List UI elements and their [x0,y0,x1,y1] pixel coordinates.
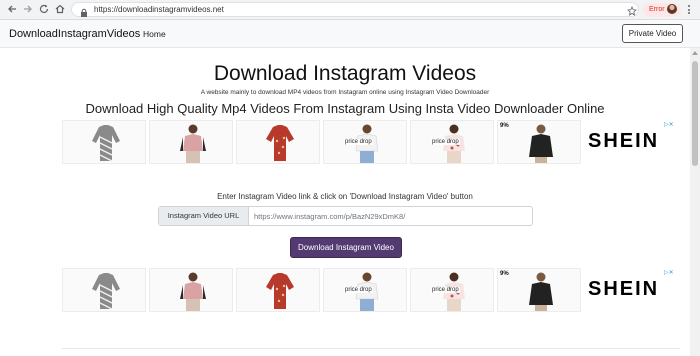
black-blouse-model-image [529,124,553,163]
shein-logo[interactable]: SHEIN [588,278,659,301]
ad-product-tile[interactable] [149,268,233,312]
download-video-button[interactable]: Download Instagram Video [290,237,402,258]
avatar[interactable] [667,4,677,14]
url-text: https://downloadinstagramvideos.net [94,5,224,14]
red-floral-blouse-image [266,125,294,161]
adchoices-icon[interactable]: ▷✕ [664,121,674,128]
ad-product-tile[interactable] [236,268,320,312]
shein-ad-banner[interactable]: price drop price drop 9% SHEIN ▷✕ [62,120,680,166]
instagram-url-input[interactable] [249,207,532,225]
scroll-thumb[interactable] [692,61,698,166]
ad-product-tile[interactable]: 9% [497,120,581,164]
price-drop-tag: price drop [344,139,373,145]
ad-product-tile[interactable]: price drop [410,120,494,164]
pink-top-model-image [180,272,206,311]
browser-toolbar: https://downloadinstagramvideos.net Erro… [0,0,700,20]
black-blouse-model-image [529,272,553,311]
ad-product-tile[interactable] [149,120,233,164]
instructions-text: Enter Instagram Video link & click on 'D… [217,192,473,201]
page-subtitle: A website mainly to download MP4 videos … [200,89,490,96]
price-drop-tag: price drop [344,287,373,293]
ad-product-tile[interactable]: price drop [323,268,407,312]
scrollbar[interactable] [690,48,700,356]
ad-product-tile[interactable]: price drop [410,268,494,312]
shein-logo[interactable]: SHEIN [588,130,659,153]
nav-home-link[interactable]: Home [143,29,166,39]
address-bar[interactable]: https://downloadinstagramvideos.net [71,2,639,17]
page-title: Download Instagram Videos [213,62,477,85]
discount-badge: 9% [500,123,509,129]
pink-top-model-image [180,124,206,163]
ad-product-tile[interactable] [62,120,146,164]
page-heading: Download High Quality Mp4 Videos From In… [85,101,605,116]
reload-icon[interactable] [38,3,52,17]
striped-blouse-image [92,273,120,310]
ad-product-tile[interactable] [236,120,320,164]
adchoices-icon[interactable]: ▷✕ [664,269,674,276]
forward-icon[interactable] [22,3,36,17]
star-icon[interactable] [627,3,637,21]
ad-product-tile[interactable]: 9% [497,268,581,312]
discount-badge: 9% [500,271,509,277]
back-icon[interactable] [6,3,20,17]
home-icon[interactable] [54,3,68,17]
url-input-group: Instagram Video URL [158,206,533,226]
striped-blouse-image [92,125,120,162]
menu-icon[interactable] [688,5,691,16]
input-addon-label: Instagram Video URL [159,207,249,225]
scroll-up-arrow-icon[interactable] [692,51,698,55]
shein-ad-banner[interactable]: price drop price drop 9% SHEIN ▷✕ [62,268,680,314]
brand-logo[interactable]: DownloadInstagramVideos [9,28,140,40]
price-drop-tag: price drop [431,139,460,145]
site-navbar: DownloadInstagramVideos Home Private Vid… [0,20,700,48]
section-divider [62,348,680,349]
error-label: Error [649,6,665,13]
ad-product-tile[interactable] [62,268,146,312]
red-floral-blouse-image [266,273,294,309]
ad-product-tile[interactable]: price drop [323,120,407,164]
private-video-button[interactable]: Private Video [622,24,683,43]
price-drop-tag: price drop [431,287,460,293]
